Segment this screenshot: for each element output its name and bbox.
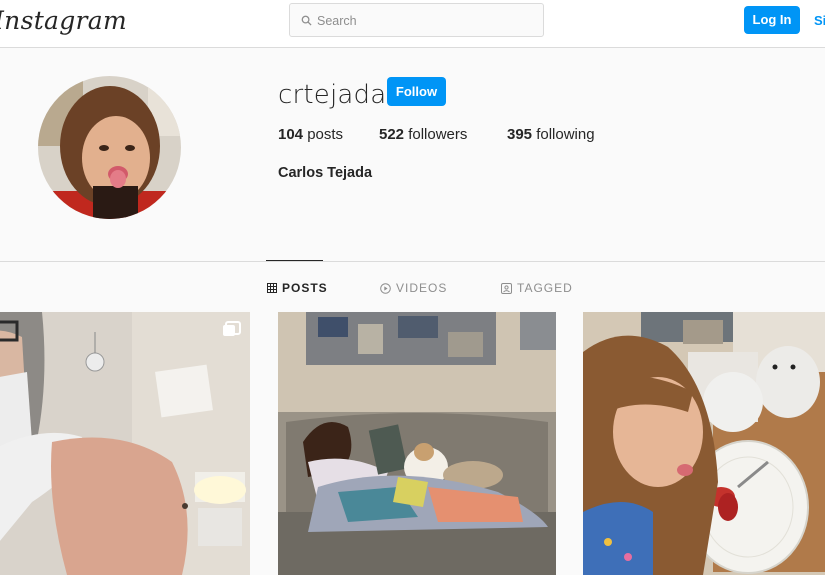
grid-icon: [267, 283, 277, 293]
post-thumbnail-3[interactable]: [583, 312, 825, 575]
post-thumbnail-1[interactable]: [0, 312, 250, 575]
followers-stat[interactable]: 522 followers: [379, 126, 467, 143]
followers-count: 522: [379, 126, 405, 143]
play-icon: [380, 282, 391, 294]
post-image-3: [583, 312, 825, 575]
tag-icon: [501, 282, 512, 294]
following-count: 395: [507, 126, 533, 143]
active-tab-indicator: [266, 260, 323, 261]
avatar-image: [38, 76, 181, 219]
search-icon: [301, 15, 312, 26]
tab-videos-label: VIDEOS: [396, 281, 448, 295]
tabs-divider: [0, 261, 825, 262]
following-stat[interactable]: 395 following: [507, 126, 595, 143]
profile-username: crtejada: [278, 80, 387, 110]
post-thumbnail-2[interactable]: [278, 312, 556, 575]
following-label: following: [536, 126, 595, 143]
search-input[interactable]: Search: [289, 3, 544, 37]
follow-button[interactable]: Follow: [387, 77, 446, 106]
search-placeholder: Search: [317, 14, 357, 28]
tab-posts[interactable]: POSTS: [267, 281, 328, 295]
tab-tagged-label: TAGGED: [517, 281, 573, 295]
post-image-1: [0, 312, 250, 575]
post-image-2: [278, 312, 556, 575]
tab-tagged[interactable]: TAGGED: [501, 281, 573, 295]
followers-label: followers: [408, 126, 468, 143]
posts-label: posts: [307, 126, 344, 143]
login-button[interactable]: Log In: [744, 6, 800, 34]
tab-videos[interactable]: VIDEOS: [380, 281, 447, 295]
posts-stat: 104 posts: [278, 126, 343, 143]
profile-avatar[interactable]: [38, 76, 181, 219]
top-nav-bar: Instagram Search Log In Sign Up: [0, 0, 825, 48]
profile-full-name: Carlos Tejada: [278, 165, 373, 181]
signup-link[interactable]: Sign Up: [814, 13, 825, 28]
tab-posts-label: POSTS: [282, 281, 328, 295]
posts-count: 104: [278, 126, 304, 143]
instagram-logo[interactable]: Instagram: [0, 6, 127, 35]
